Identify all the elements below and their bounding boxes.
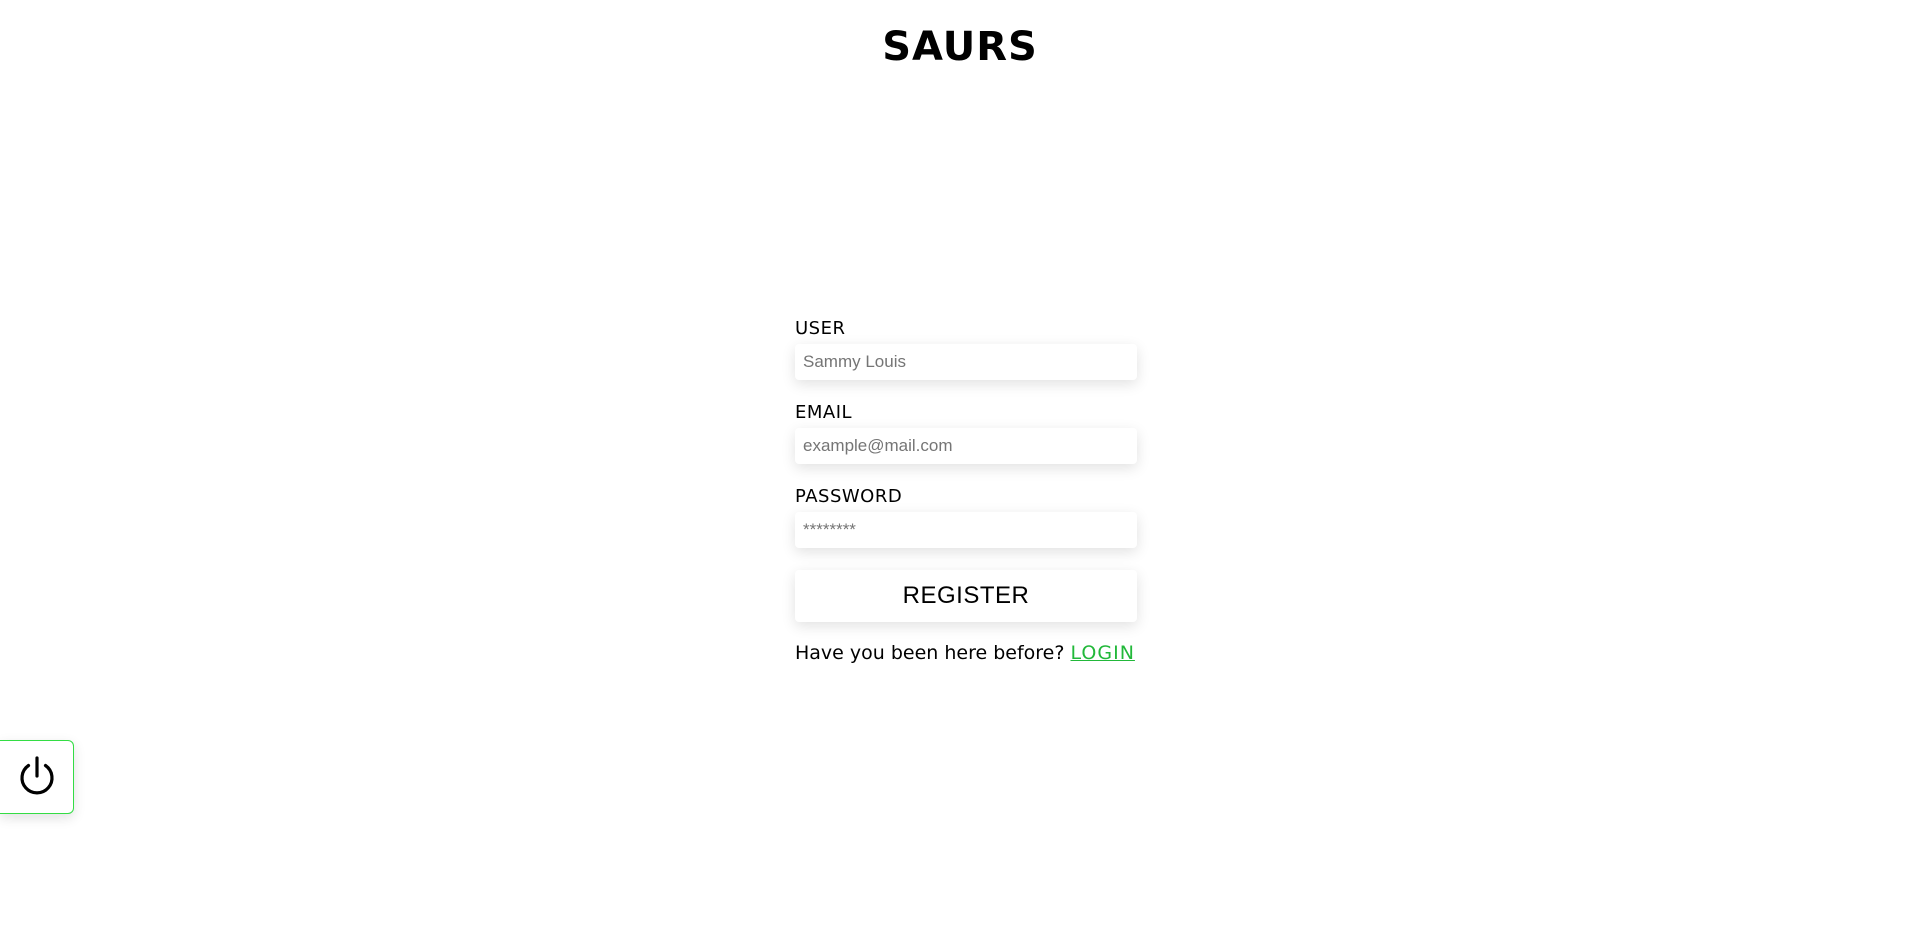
register-form: USER EMAIL PASSWORD REGISTER Have you be…: [795, 318, 1137, 664]
password-input[interactable]: [795, 512, 1137, 548]
user-input[interactable]: [795, 344, 1137, 380]
register-button[interactable]: REGISTER: [795, 570, 1137, 622]
email-label: EMAIL: [795, 402, 853, 423]
password-label: PASSWORD: [795, 486, 903, 507]
register-page: SAURS USER EMAIL PASSWORD REGISTER Have …: [0, 0, 1920, 926]
app-title: SAURS: [882, 24, 1038, 70]
login-link[interactable]: LOGIN: [1071, 642, 1135, 664]
email-input[interactable]: [795, 428, 1137, 464]
email-field-group: EMAIL: [795, 402, 1137, 464]
power-button[interactable]: [0, 740, 74, 814]
password-field-group: PASSWORD: [795, 486, 1137, 548]
power-icon: [19, 756, 54, 795]
login-prompt: Have you been here before? LOGIN: [795, 642, 1137, 664]
login-prompt-text: Have you been here before?: [795, 642, 1065, 664]
user-label: USER: [795, 318, 846, 339]
user-field-group: USER: [795, 318, 1137, 380]
